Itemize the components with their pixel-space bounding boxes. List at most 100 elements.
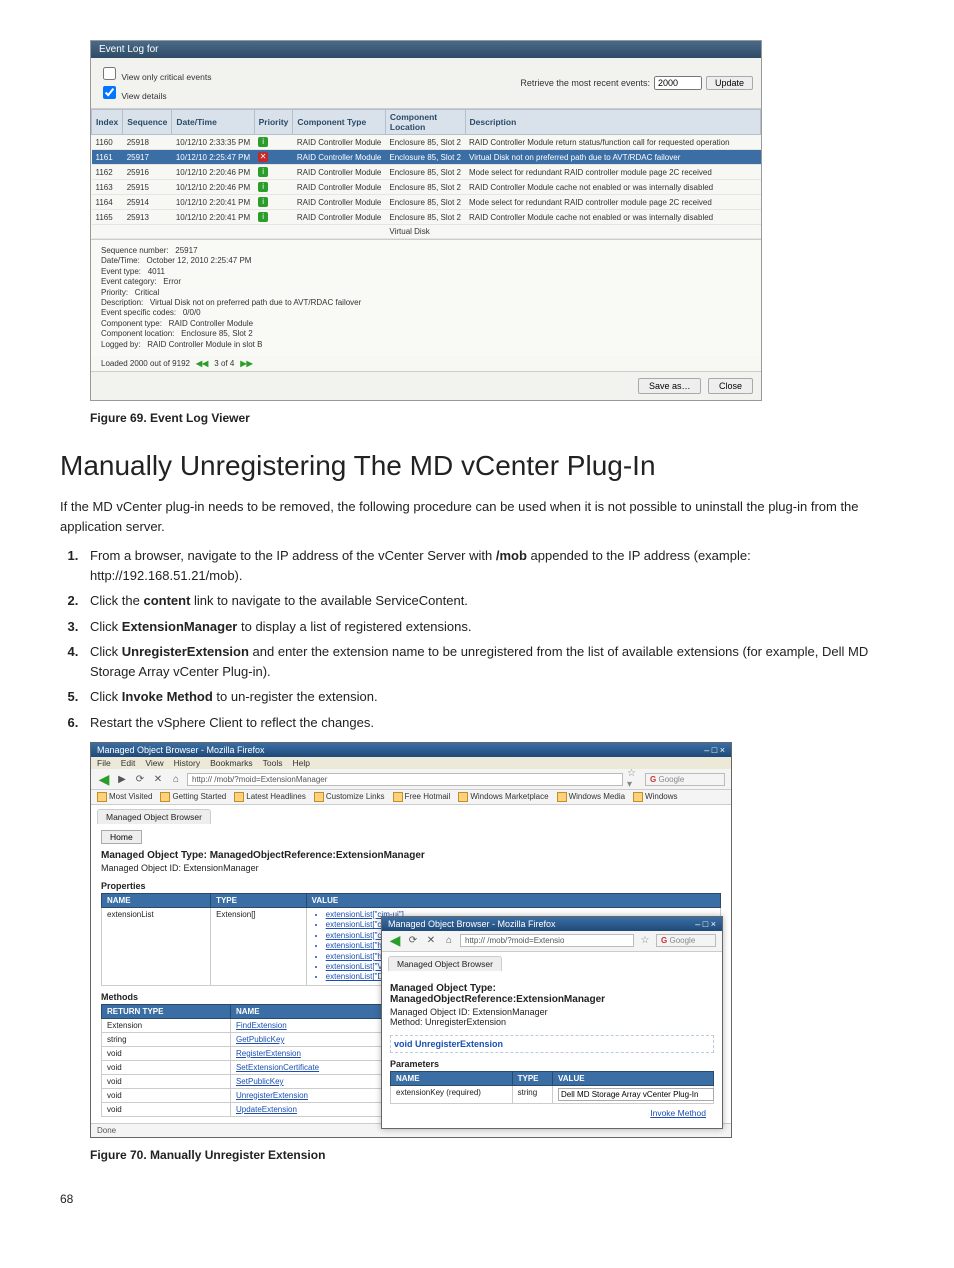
detail-dt-val: October 12, 2010 2:25:47 PM [147,256,252,265]
mob-id-line: Managed Object ID: ExtensionManager [101,863,721,873]
overlay-h2: ManagedObjectReference:ExtensionManager [390,994,714,1005]
detail-desc-val: Virtual Disk not on preferred path due t… [150,298,361,307]
bookmark-item[interactable]: Latest Headlines [234,792,306,801]
section-intro: If the MD vCenter plug-in needs to be re… [60,497,894,536]
col-sequence[interactable]: Sequence [123,110,172,135]
overlay-url-bar[interactable]: http:// /mob/?moid=Extensio [460,934,634,947]
browser-tab[interactable]: Managed Object Browser [97,809,211,824]
col-index[interactable]: Index [92,110,123,135]
col-component-type[interactable]: Component Type [293,110,385,135]
view-details-input[interactable] [103,86,116,99]
menu-item[interactable]: Bookmarks [210,758,253,768]
table-row[interactable]: 11622591610/12/10 2:20:46 PMiRAID Contro… [92,165,761,180]
table-row[interactable]: 11632591510/12/10 2:20:46 PMiRAID Contro… [92,180,761,195]
view-critical-checkbox[interactable]: View only critical events [99,64,211,83]
table-row[interactable]: 11652591310/12/10 2:20:41 PMiRAID Contro… [92,210,761,225]
detail-ecat-val: Error [163,277,181,286]
overlay-tab[interactable]: Managed Object Browser [388,956,502,971]
param-col-name: NAME [391,1071,513,1085]
menu-item[interactable]: Help [292,758,309,768]
props-col-value: VALUE [306,894,720,908]
bookmark-item[interactable]: Customize Links [314,792,385,801]
bookmark-item[interactable]: Free Hotmail [393,792,451,801]
home-button[interactable]: Home [101,830,142,844]
overlay-google-icon: G [661,936,667,945]
step-5-im: Invoke Method [122,689,213,704]
table-row: voidUnregisterExtension [102,1088,411,1102]
browser-window: Managed Object Browser - Mozilla Firefox… [90,742,732,1138]
view-details-checkbox[interactable]: View details [99,83,211,102]
window-controls-icon[interactable]: – □ × [704,745,725,755]
col-datetime[interactable]: Date/Time [172,110,254,135]
reload-icon[interactable]: ⟳ [133,772,147,786]
close-button[interactable]: Close [708,378,753,394]
detail-ctype-val: RAID Controller Module [169,319,253,328]
search-box[interactable]: G Google [645,773,725,786]
retrieve-count-input[interactable] [654,76,702,90]
bookmark-item[interactable]: Windows [633,792,677,801]
update-button[interactable]: Update [706,76,753,90]
overlay-stop-icon[interactable]: ✕ [424,934,438,948]
menu-item[interactable]: File [97,758,111,768]
overlay-home-icon[interactable]: ⌂ [442,934,456,948]
table-row[interactable]: 11602591810/12/10 2:33:35 PMiRAID Contro… [92,135,761,150]
detail-seq-val: 25917 [175,246,197,255]
steps-list: From a browser, navigate to the IP addre… [60,546,894,732]
pager-next-icon[interactable]: ▶▶ [240,359,252,368]
method-link[interactable]: RegisterExtension [236,1049,301,1058]
table-row: voidUpdateExtension [102,1102,411,1116]
bookmark-star-icon[interactable]: ☆ ▾ [627,772,641,786]
method-link[interactable]: SetPublicKey [236,1077,284,1086]
step-4-text-a: Click [90,644,122,659]
url-bar[interactable]: http:// /mob/?moid=ExtensionManager [187,773,623,786]
overlay-search-box[interactable]: G Google [656,934,716,947]
stop-icon[interactable]: ✕ [151,772,165,786]
bookmark-item[interactable]: Getting Started [160,792,226,801]
col-component-location[interactable]: Component Location [385,110,465,135]
step-4-ue: UnregisterExtension [122,644,249,659]
method-link[interactable]: UpdateExtension [236,1105,297,1114]
view-critical-input[interactable] [103,67,116,80]
home-icon[interactable]: ⌂ [169,772,183,786]
col-description[interactable]: Description [465,110,761,135]
overlay-back-icon[interactable]: ◀ [388,934,402,948]
menu-item[interactable]: Edit [121,758,136,768]
table-row[interactable]: 11612591710/12/10 2:25:47 PM✕RAID Contro… [92,150,761,165]
bookmark-item[interactable]: Windows Marketplace [458,792,548,801]
step-3-em: ExtensionManager [122,619,238,634]
view-critical-label: View only critical events [121,72,211,82]
search-placeholder: Google [658,775,684,784]
forward-icon[interactable]: ▶ [115,772,129,786]
step-5-text-a: Click [90,689,122,704]
table-row[interactable]: Virtual Disk [92,225,761,239]
table-row[interactable]: 11642591410/12/10 2:20:41 PMiRAID Contro… [92,195,761,210]
saveas-button[interactable]: Save as… [638,378,702,394]
method-link[interactable]: FindExtension [236,1021,287,1030]
menu-item[interactable]: View [145,758,163,768]
pager-prev-icon[interactable]: ◀◀ [196,359,208,368]
folder-icon [633,792,643,802]
detail-ctype-lbl: Component type: [101,319,162,328]
menu-item[interactable]: History [174,758,200,768]
info-icon: i [258,167,268,177]
invoke-method-link[interactable]: Invoke Method [650,1108,706,1118]
method-link[interactable]: UnregisterExtension [236,1091,308,1100]
info-icon: i [258,182,268,192]
overlay-title: Managed Object Browser - Mozilla Firefox [388,919,556,929]
overlay-window-controls-icon[interactable]: – □ × [695,919,716,929]
bookmark-item[interactable]: Windows Media [557,792,625,801]
extension-key-input[interactable] [558,1088,714,1101]
overlay-star-icon[interactable]: ☆ [638,934,652,948]
menu-item[interactable]: Tools [263,758,283,768]
back-icon[interactable]: ◀ [97,772,111,786]
overlay-reload-icon[interactable]: ⟳ [406,934,420,948]
col-priority[interactable]: Priority [254,110,293,135]
method-link[interactable]: GetPublicKey [236,1035,284,1044]
bookmark-item[interactable]: Most Visited [97,792,152,801]
method-link[interactable]: SetExtensionCertificate [236,1063,319,1072]
folder-icon [458,792,468,802]
overlay-search-placeholder: Google [669,936,695,945]
table-row: ExtensionFindExtension [102,1018,411,1032]
bookmarks-bar: Most Visited Getting Started Latest Headli… [91,790,731,805]
param-name: extensionKey (required) [391,1085,513,1103]
